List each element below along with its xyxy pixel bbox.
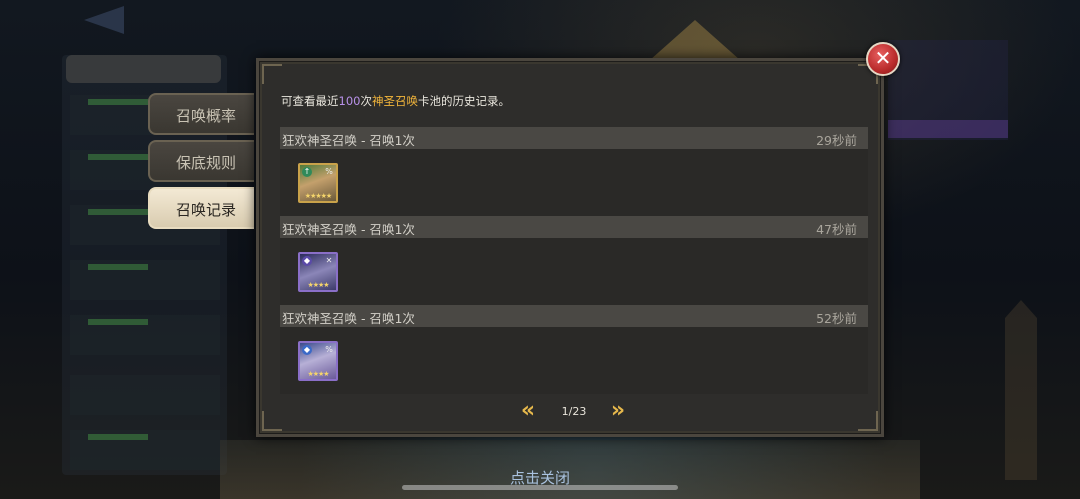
double-chevron-right-icon[interactable]: » bbox=[605, 400, 631, 424]
page-indicator: 1/23 bbox=[561, 405, 587, 418]
star-rating: ★★★★ bbox=[307, 281, 329, 289]
record-body: ◆ ✕ ★★★★ bbox=[280, 238, 868, 305]
tab-label: 保底规则 bbox=[176, 154, 237, 172]
class-icon: ✕ bbox=[325, 256, 333, 265]
element-icon: ◆ bbox=[302, 256, 312, 266]
star-rating: ★★★★★ bbox=[304, 192, 332, 200]
record-header: 狂欢神圣召唤 - 召唤1次 52秒前 bbox=[280, 305, 868, 327]
list-item: 狂欢神圣召唤 - 召唤1次 47秒前 ◆ ✕ ★★★★ bbox=[280, 216, 868, 305]
close-icon[interactable]: ✕ bbox=[866, 42, 900, 76]
obelisk-decoration bbox=[1005, 300, 1037, 480]
history-info-text: 可查看最近100次神圣召唤卡池的历史记录。 bbox=[281, 94, 510, 108]
background-row bbox=[70, 260, 220, 300]
frame-corner bbox=[262, 64, 282, 84]
background-row bbox=[70, 375, 220, 415]
pyramid-decoration bbox=[650, 20, 740, 60]
element-icon: ◆ bbox=[302, 345, 312, 355]
record-title: 狂欢神圣召唤 - 召唤1次 bbox=[282, 222, 415, 237]
record-time: 47秒前 bbox=[816, 222, 857, 237]
tab-summon-history[interactable]: 召唤记录 bbox=[148, 187, 254, 229]
record-title: 狂欢神圣召唤 - 召唤1次 bbox=[282, 311, 415, 326]
record-title: 狂欢神圣召唤 - 召唤1次 bbox=[282, 133, 415, 148]
record-time: 29秒前 bbox=[816, 133, 857, 148]
list-item: 狂欢神圣召唤 - 召唤1次 29秒前 ↑ % ★★★★★ bbox=[280, 127, 868, 216]
list-item: 狂欢神圣召唤 - 召唤1次 52秒前 ◆ % ★★★★ bbox=[280, 305, 868, 394]
class-icon: % bbox=[325, 167, 333, 176]
home-indicator-bar[interactable] bbox=[402, 485, 678, 490]
background-row bbox=[70, 315, 220, 355]
record-header: 狂欢神圣召唤 - 召唤1次 47秒前 bbox=[280, 216, 868, 238]
summon-history-dialog: 可查看最近100次神圣召唤卡池的历史记录。 狂欢神圣召唤 - 召唤1次 29秒前… bbox=[256, 58, 884, 437]
record-count: 100 bbox=[338, 94, 361, 108]
double-chevron-left-icon[interactable]: « bbox=[515, 400, 541, 424]
record-body: ↑ % ★★★★★ bbox=[280, 149, 868, 216]
pool-name: 神圣召唤 bbox=[371, 94, 418, 108]
tab-pity-rules[interactable]: 保底规则 bbox=[148, 140, 254, 182]
tab-summon-rates[interactable]: 召唤概率 bbox=[148, 93, 254, 135]
hero-card[interactable]: ◆ ✕ ★★★★ bbox=[298, 252, 338, 292]
background-row bbox=[70, 430, 220, 470]
star-rating: ★★★★ bbox=[307, 370, 329, 378]
class-icon: % bbox=[325, 345, 333, 354]
element-icon: ↑ bbox=[302, 167, 312, 177]
record-time: 52秒前 bbox=[816, 311, 857, 326]
record-body: ◆ % ★★★★ bbox=[280, 327, 868, 394]
record-header: 狂欢神圣召唤 - 召唤1次 29秒前 bbox=[280, 127, 868, 149]
hero-card[interactable]: ◆ % ★★★★ bbox=[298, 341, 338, 381]
hero-card[interactable]: ↑ % ★★★★★ bbox=[298, 163, 338, 203]
back-arrow-icon bbox=[84, 6, 124, 34]
history-list[interactable]: 狂欢神圣召唤 - 召唤1次 29秒前 ↑ % ★★★★★ 狂欢神圣召唤 - 召唤… bbox=[280, 127, 868, 394]
tab-label: 召唤记录 bbox=[176, 201, 237, 219]
background-right-panel bbox=[888, 40, 1008, 140]
tab-label: 召唤概率 bbox=[176, 107, 237, 125]
pagination: « 1/23 » bbox=[259, 400, 881, 424]
background-left-title bbox=[66, 55, 221, 83]
